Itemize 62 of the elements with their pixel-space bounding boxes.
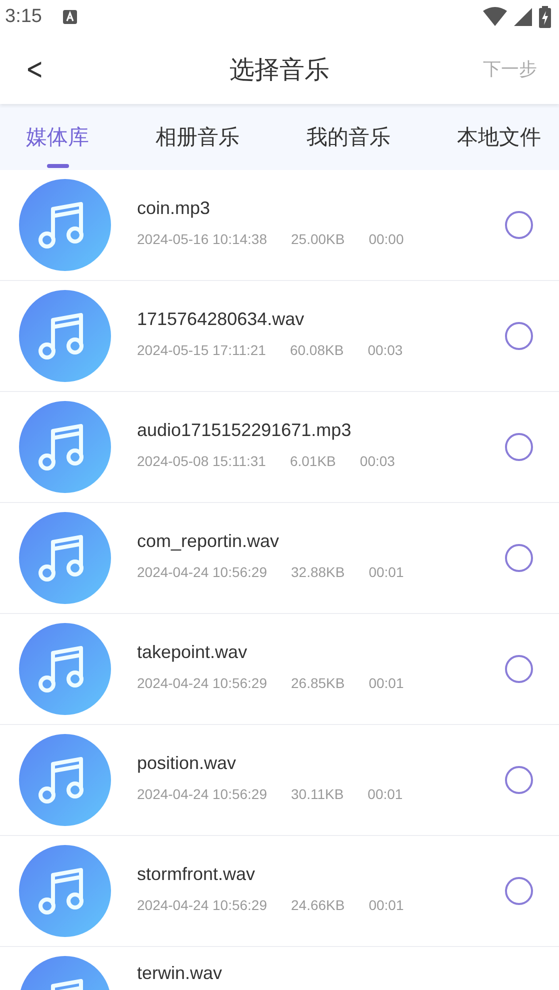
file-name: stormfront.wav [137, 864, 256, 885]
wifi-icon [483, 7, 507, 27]
music-note-icon [19, 623, 111, 715]
file-name: terwin.wav [137, 963, 224, 984]
music-note-icon [19, 290, 111, 382]
keyboard-icon [62, 9, 78, 25]
file-size: 24.66KB [291, 897, 345, 913]
file-duration: 00:03 [368, 342, 403, 358]
file-date: 2024-05-16 10:14:38 [137, 231, 267, 247]
status-time: 3:15 [5, 6, 42, 28]
file-date: 2024-04-24 10:56:29 [137, 786, 267, 802]
file-name: position.wav [137, 753, 238, 774]
radio-button[interactable] [505, 322, 533, 350]
file-date: 2024-04-24 10:56:29 [137, 675, 267, 691]
file-name: com_reportin.wav [137, 531, 280, 552]
file-row[interactable]: com_reportin.wav 2024-04-24 10:56:29 32.88KB 00:01 [0, 503, 559, 614]
file-row[interactable]: 1715764280634.wav 2024-05-15 17:11:21 60.08KB 00:03 [0, 281, 559, 392]
radio-button[interactable] [505, 433, 533, 461]
file-duration: 00:01 [368, 675, 404, 691]
file-row[interactable]: coin.mp3 2024-05-16 10:14:38 25.00KB 00:00 [0, 170, 559, 281]
radio-button[interactable] [505, 544, 533, 572]
battery-icon [539, 6, 551, 28]
music-note-icon [19, 512, 111, 604]
file-duration: 00:03 [360, 453, 395, 469]
radio-button[interactable] [505, 766, 533, 794]
file-size: 30.11KB [291, 786, 344, 802]
file-name: takepoint.wav [137, 642, 248, 663]
page-title: 选择音乐 [228, 54, 330, 86]
file-row[interactable]: terwin.wav [0, 947, 559, 990]
tab[interactable]: 本地文件 [450, 104, 547, 170]
file-row[interactable]: position.wav 2024-04-24 10:56:29 30.11KB 00:01 [0, 725, 559, 836]
music-note-icon [19, 401, 111, 493]
back-button[interactable]: < [22, 52, 48, 86]
file-name: audio1715152291671.mp3 [137, 420, 352, 441]
file-size: 26.85KB [291, 675, 345, 691]
file-size: 32.88KB [291, 564, 345, 580]
file-date: 2024-04-24 10:56:29 [137, 897, 267, 913]
file-size: 25.00KB [291, 231, 345, 247]
file-name: 1715764280634.wav [137, 309, 306, 330]
radio-button[interactable] [505, 211, 533, 239]
file-date: 2024-05-15 17:11:21 [137, 342, 266, 358]
music-note-icon [19, 734, 111, 826]
tab[interactable]: 我的音乐 [300, 104, 396, 170]
file-size: 6.01KB [290, 453, 336, 469]
file-date: 2024-05-08 15:11:31 [137, 453, 266, 469]
signal-icon [513, 7, 533, 27]
file-duration: 00:01 [368, 564, 404, 580]
file-size: 60.08KB [290, 342, 344, 358]
file-duration: 00:00 [368, 231, 404, 247]
music-note-icon [19, 179, 111, 271]
file-duration: 00:01 [368, 786, 403, 802]
music-note-icon [19, 845, 111, 937]
file-date: 2024-04-24 10:56:29 [137, 564, 267, 580]
file-name: coin.mp3 [137, 198, 212, 219]
file-row[interactable]: stormfront.wav 2024-04-24 10:56:29 24.66KB 00:01 [0, 836, 559, 947]
radio-button[interactable] [505, 655, 533, 683]
tab[interactable]: 媒体库 [20, 104, 95, 170]
radio-button[interactable] [505, 877, 533, 905]
file-duration: 00:01 [368, 897, 404, 913]
file-row[interactable]: audio1715152291671.mp3 2024-05-08 15:11:31 6.01KB 00:03 [0, 392, 559, 503]
tab[interactable]: 相册音乐 [150, 104, 246, 170]
file-row[interactable]: takepoint.wav 2024-04-24 10:56:29 26.85KB 00:01 [0, 614, 559, 725]
